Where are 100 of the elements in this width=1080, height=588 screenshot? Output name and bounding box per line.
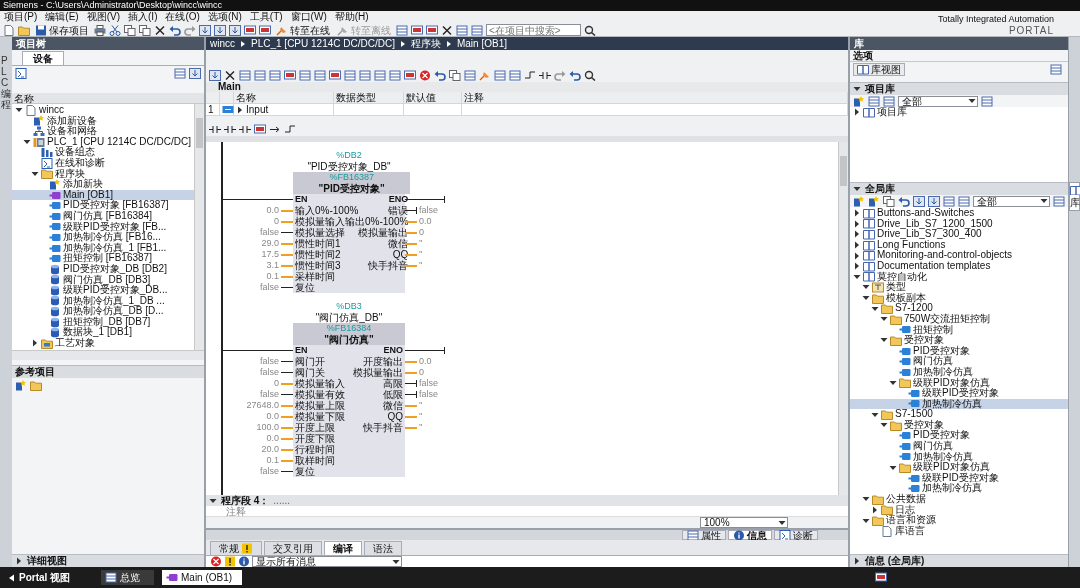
tree-item[interactable]: 库语言: [850, 525, 1068, 537]
caret-icon[interactable]: [31, 169, 39, 178]
menu-item[interactable]: 选项(N): [203, 11, 246, 23]
undo-icon[interactable]: [898, 195, 910, 207]
download-icon[interactable]: [913, 195, 925, 207]
tree-item[interactable]: 添加新块: [12, 179, 194, 190]
side-tab[interactable]: PLC 编程: [0, 37, 12, 567]
tree-item[interactable]: PID受控对象_DB [DB2]: [12, 263, 194, 275]
caret-icon[interactable]: [853, 108, 861, 117]
tree-item[interactable]: 程序块: [12, 168, 194, 180]
tree-item[interactable]: 受控对象: [850, 335, 1068, 346]
caret-icon[interactable]: [889, 463, 897, 472]
tree-item[interactable]: 扭矩控制 [FB16387]: [12, 253, 194, 264]
tab[interactable]: 编译: [324, 541, 362, 555]
list-icon[interactable]: [254, 69, 266, 81]
print-icon[interactable]: [94, 24, 106, 36]
undo-icon[interactable]: [169, 24, 181, 36]
save-button[interactable]: 保存项目: [33, 23, 91, 36]
menu-item[interactable]: 视图(V): [82, 11, 125, 23]
library-view-button[interactable]: 库视图: [853, 62, 905, 76]
list-icon[interactable]: [359, 69, 371, 81]
caret-icon[interactable]: [853, 209, 861, 218]
tree-item[interactable]: 模板副本: [850, 292, 1068, 304]
comment-field[interactable]: 注释: [206, 506, 848, 517]
tree-item[interactable]: Long Functions: [850, 239, 1068, 251]
tree-item[interactable]: 加热制冷仿真_DB [D...: [12, 306, 194, 317]
filter-dropdown[interactable]: 全部: [973, 195, 1050, 207]
undo-icon[interactable]: [434, 69, 446, 81]
delete-icon[interactable]: [154, 24, 166, 36]
tree-item[interactable]: 加热制冷仿真_1_DB ...: [12, 295, 194, 307]
tab[interactable]: 常规: [210, 541, 262, 555]
tree-item[interactable]: 阀门仿真: [850, 356, 1068, 367]
tree-item[interactable]: 阀门仿真_DB [DB3]: [12, 274, 194, 286]
tree-item[interactable]: PLC_1 [CPU 1214C DC/DC/DC]: [12, 136, 194, 148]
contact-icon[interactable]: [539, 69, 551, 81]
tree-item[interactable]: 加热制冷仿真: [850, 366, 1068, 378]
caret-icon[interactable]: [853, 85, 861, 93]
search-icon[interactable]: [584, 69, 596, 81]
tree-item[interactable]: 级联PID受控对象: [850, 472, 1068, 484]
tree-item[interactable]: 级联PID受控对象_DB...: [12, 285, 194, 296]
add-icon[interactable]: [15, 379, 27, 391]
caret-icon[interactable]: [853, 185, 861, 193]
error-icon[interactable]: [210, 556, 222, 567]
breadcrumb-item[interactable]: 程序块: [410, 37, 441, 50]
tree-item[interactable]: 受控对象: [850, 419, 1068, 431]
caret-icon[interactable]: [15, 557, 23, 565]
contact-icon[interactable]: [239, 123, 251, 135]
breadcrumb-item[interactable]: wincc: [210, 37, 235, 50]
tree-item[interactable]: PID受控对象: [850, 345, 1068, 357]
list-icon[interactable]: [981, 95, 993, 107]
copy-icon[interactable]: [124, 24, 136, 36]
list-icon[interactable]: [958, 195, 970, 207]
editor-tab[interactable]: Main (OB1): [162, 570, 243, 585]
list-icon[interactable]: [299, 69, 311, 81]
tree-item[interactable]: 日志: [850, 504, 1068, 516]
caret-icon[interactable]: [853, 262, 861, 271]
tree-item[interactable]: 级联PID受控对象: [850, 388, 1068, 399]
filter-dropdown[interactable]: 全部: [898, 95, 978, 107]
breadcrumb-item[interactable]: PLC_1 [CPU 1214C DC/DC/DC]: [251, 37, 395, 50]
caret-icon[interactable]: [209, 496, 217, 505]
list-icon[interactable]: [509, 69, 521, 81]
tree-item[interactable]: S7-1500: [850, 409, 1068, 420]
diagnostics-icon[interactable]: [15, 67, 27, 79]
section-header[interactable]: 项目库: [850, 82, 1068, 95]
menu-item[interactable]: 帮助(H): [330, 11, 373, 23]
tree-item[interactable]: Documentation templates: [850, 260, 1068, 272]
tree-item[interactable]: 类型: [850, 282, 1068, 293]
caret-icon[interactable]: [31, 339, 39, 348]
tab[interactable]: 交叉引用: [264, 541, 322, 555]
menu-item[interactable]: 编辑(E): [41, 11, 83, 23]
search-icon[interactable]: [584, 24, 596, 36]
section-header[interactable]: 全局库: [850, 182, 1068, 195]
tree-item[interactable]: 加热制冷仿真: [850, 398, 1068, 410]
toolbar-button[interactable]: 转至在线: [274, 23, 332, 36]
tree-item[interactable]: Main [OB1]: [12, 189, 194, 201]
copy-icon[interactable]: [449, 69, 461, 81]
list-icon[interactable]: [1053, 195, 1065, 207]
download-icon[interactable]: [199, 24, 211, 36]
download-icon[interactable]: [209, 69, 221, 81]
tree-item[interactable]: Buttons-and-Switches: [850, 208, 1068, 219]
tree-item[interactable]: Monitoring-and-control-objects: [850, 250, 1068, 261]
cut-icon[interactable]: [109, 24, 121, 36]
tree-item[interactable]: PID受控对象: [850, 430, 1068, 442]
list-icon[interactable]: [494, 69, 506, 81]
zoom-dropdown[interactable]: 100%: [700, 517, 788, 528]
caret-icon[interactable]: [1040, 197, 1048, 205]
monitor-icon[interactable]: [875, 572, 887, 583]
caret-icon[interactable]: [862, 516, 870, 525]
caret-icon[interactable]: [871, 505, 879, 514]
caret-icon[interactable]: [968, 97, 976, 105]
tree-item[interactable]: wincc: [12, 105, 194, 116]
tree-item[interactable]: 级联PID对象仿真: [850, 462, 1068, 473]
caret-icon[interactable]: [889, 378, 897, 387]
tree-item[interactable]: 添加新设备: [12, 115, 194, 127]
tree-item[interactable]: PID受控对象 [FB16387]: [12, 200, 194, 211]
section-header[interactable]: 信息 (全局库): [850, 554, 1068, 567]
menu-item[interactable]: 项目(P): [0, 11, 42, 23]
add-icon[interactable]: [853, 95, 865, 107]
tree-item[interactable]: 数据块_1 [DB1]: [12, 327, 194, 339]
caret-icon[interactable]: [853, 219, 861, 228]
